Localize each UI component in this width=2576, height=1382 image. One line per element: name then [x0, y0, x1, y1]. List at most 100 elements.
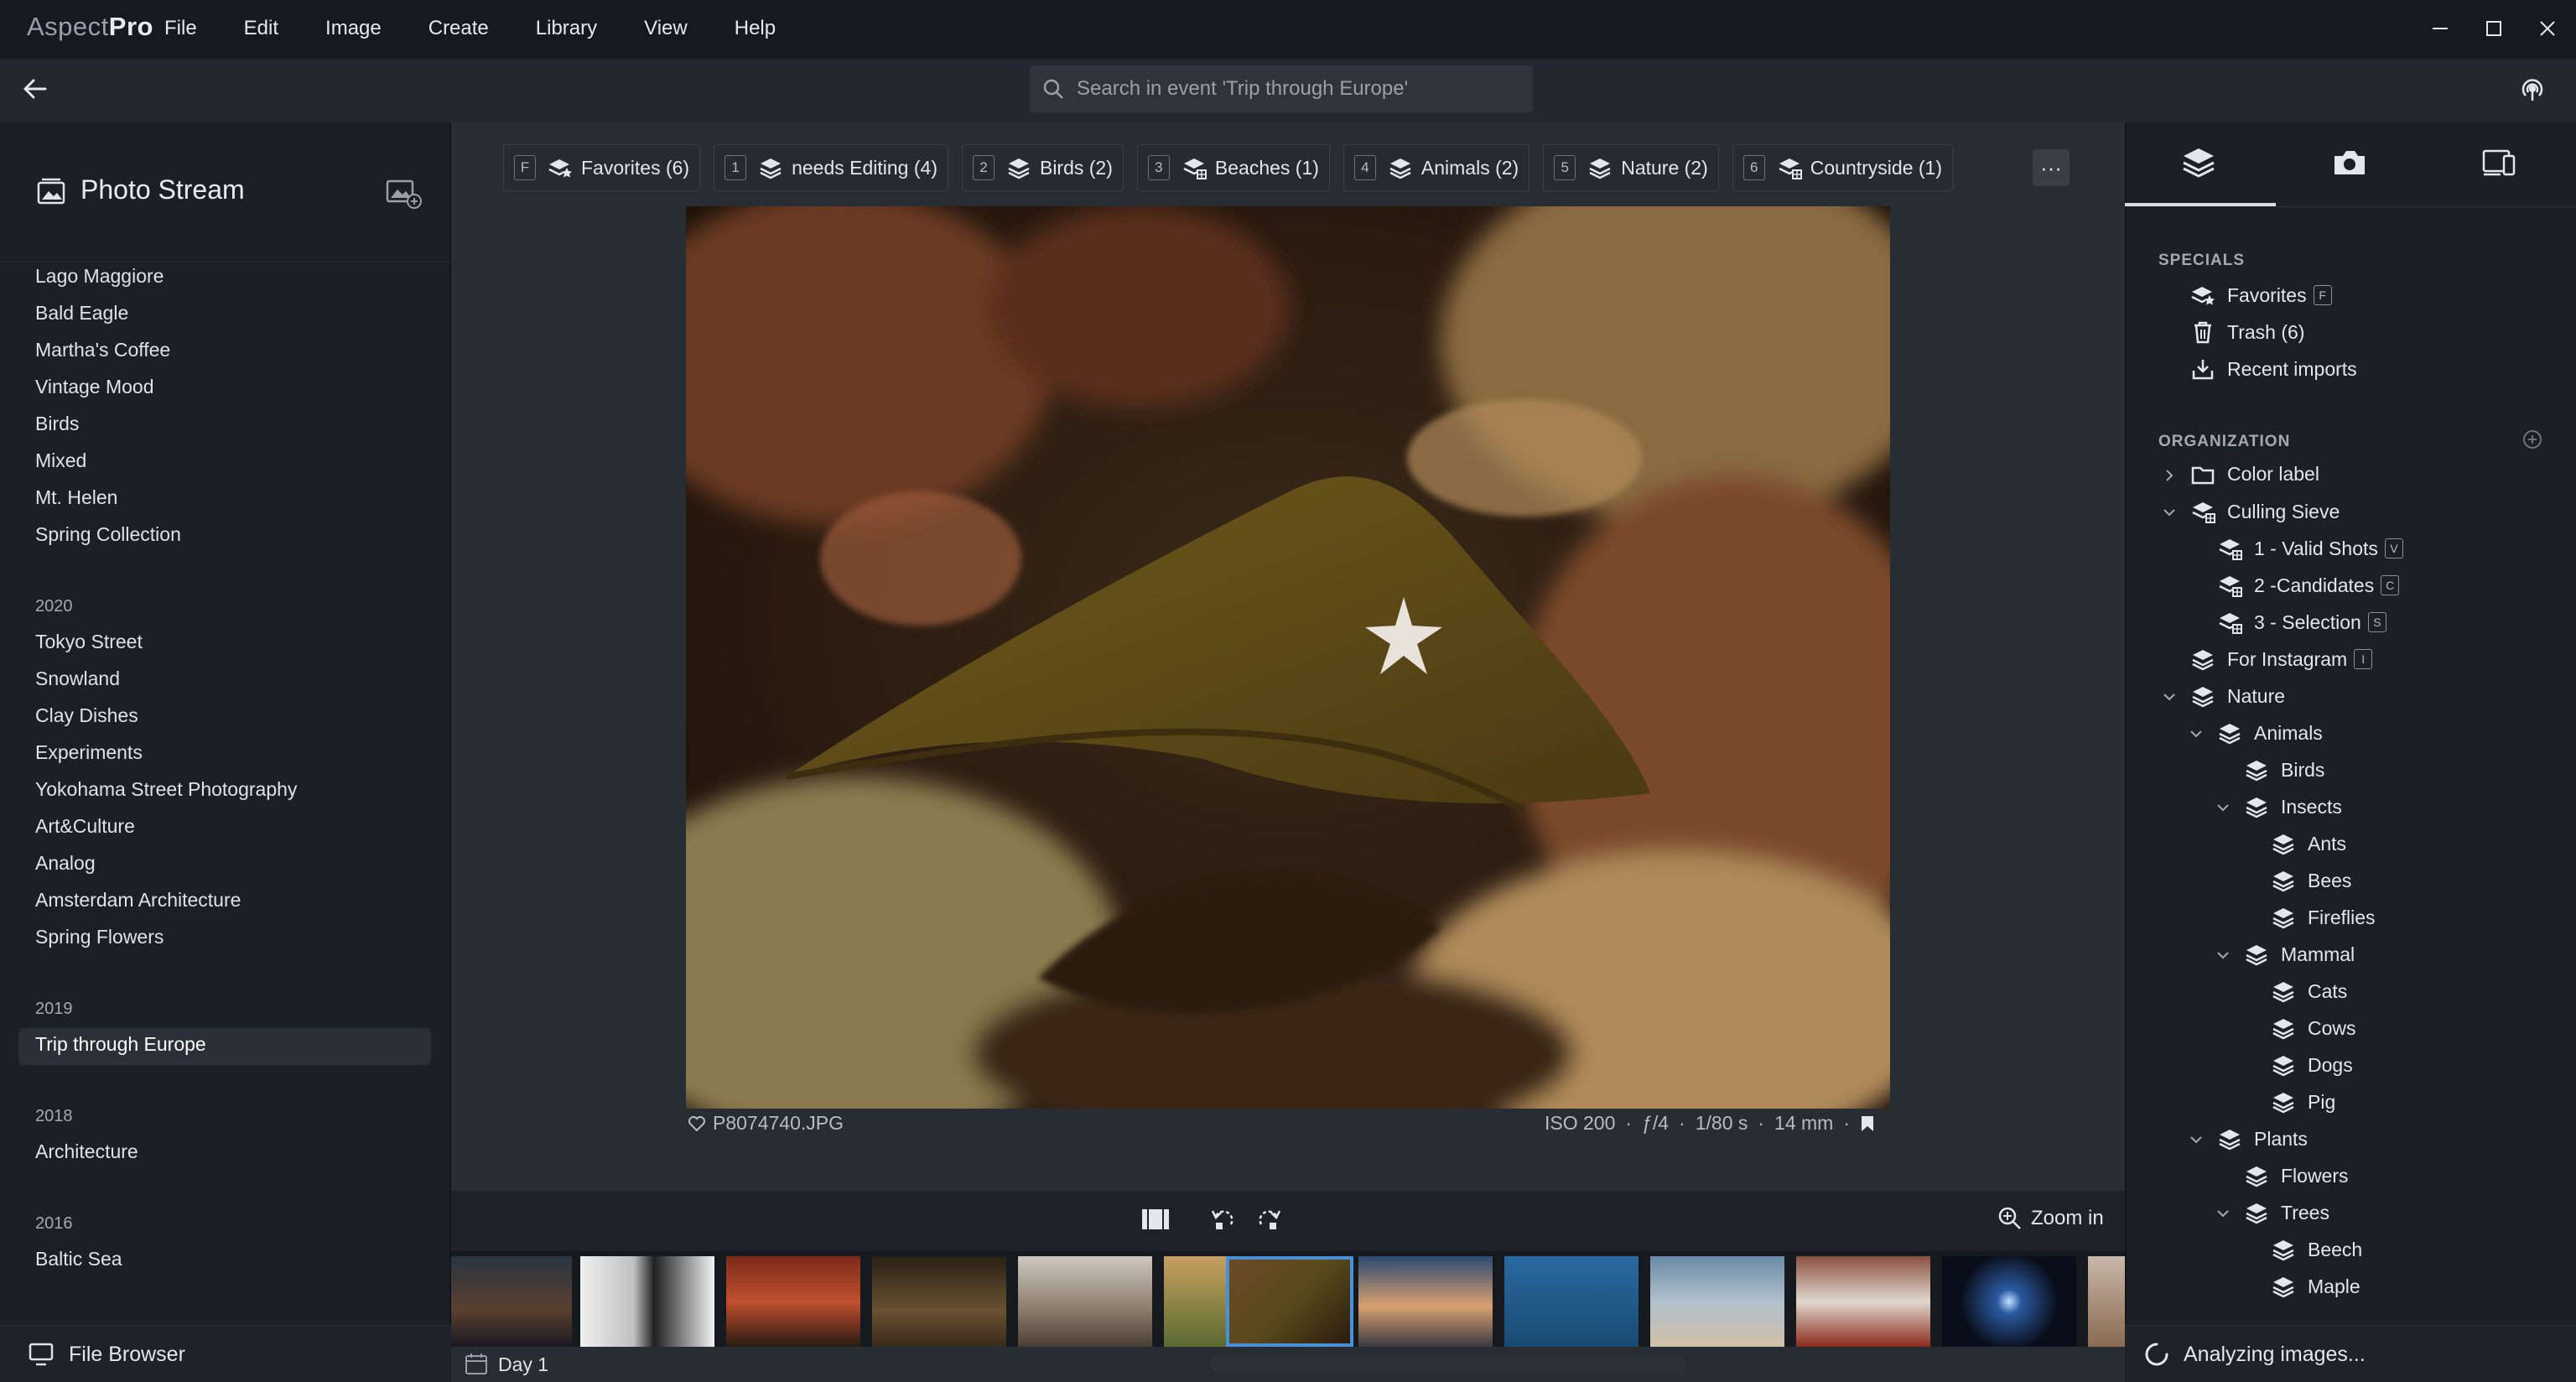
tree-item[interactable]: Fireflies	[2271, 906, 2376, 929]
tree-item[interactable]: Animals	[2217, 721, 2323, 745]
menu-help[interactable]: Help	[735, 17, 776, 40]
album-item[interactable]: Clay Dishes	[35, 704, 138, 727]
special-trash[interactable]: Trash (6)	[2190, 320, 2304, 344]
menu-file[interactable]: File	[164, 17, 197, 40]
minimize-button[interactable]	[2422, 12, 2459, 45]
back-button[interactable]	[20, 74, 50, 108]
menu-view[interactable]: View	[644, 17, 688, 40]
thumbnail[interactable]	[1942, 1256, 2076, 1347]
chevron-down-icon[interactable]	[2162, 689, 2177, 709]
more-collections-button[interactable]: ···	[2033, 149, 2070, 186]
album-item[interactable]: Vintage Mood	[35, 376, 154, 398]
album-item[interactable]: Art&Culture	[35, 815, 135, 838]
album-item[interactable]: Martha's Coffee	[35, 339, 170, 361]
album-item[interactable]: Birds	[35, 413, 79, 435]
tree-item[interactable]: Plants	[2217, 1127, 2308, 1151]
album-item[interactable]: Baltic Sea	[35, 1248, 122, 1270]
rotate-left-button[interactable]	[1208, 1206, 1238, 1237]
thumbnail[interactable]	[1018, 1256, 1152, 1347]
tab-birds[interactable]: 2 Birds (2)	[961, 144, 1124, 191]
thumbnail[interactable]	[451, 1256, 572, 1347]
tab-needs-editing[interactable]: 1 needs Editing (4)	[714, 144, 948, 191]
thumbnail[interactable]	[1164, 1256, 1231, 1347]
chevron-down-icon[interactable]	[2189, 1132, 2204, 1151]
maximize-button[interactable]	[2475, 12, 2512, 45]
tree-item[interactable]: Insects	[2244, 795, 2342, 818]
broadcast-button[interactable]	[2516, 72, 2549, 110]
chevron-down-icon[interactable]	[2215, 1206, 2231, 1225]
album-item[interactable]: Snowland	[35, 668, 120, 690]
tree-item[interactable]: Dogs	[2271, 1053, 2353, 1077]
tab-countryside[interactable]: 6 Countryside (1)	[1732, 144, 1953, 191]
tree-item[interactable]: Maple	[2271, 1275, 2360, 1298]
chevron-down-icon[interactable]	[2215, 800, 2231, 819]
tab-animals[interactable]: 4 Animals (2)	[1343, 144, 1530, 191]
menu-library[interactable]: Library	[536, 17, 597, 40]
tree-item[interactable]: Culling Sieve	[2190, 500, 2340, 523]
search-input[interactable]: Search in event 'Trip through Europe'	[1030, 65, 1533, 112]
menu-image[interactable]: Image	[325, 17, 382, 40]
tab-favorites[interactable]: F Favorites (6)	[503, 144, 701, 191]
tree-item[interactable]: Bees	[2271, 869, 2351, 892]
thumbnail[interactable]	[872, 1256, 1006, 1347]
album-item[interactable]: Tokyo Street	[35, 631, 143, 653]
thumbnail[interactable]	[580, 1256, 714, 1347]
tree-item[interactable]: 3 - Selection S	[2217, 610, 2386, 634]
add-album-icon[interactable]	[386, 176, 423, 210]
tab-nature[interactable]: 5 Nature (2)	[1543, 144, 1719, 191]
photo-stream-title[interactable]: Photo Stream	[80, 174, 245, 205]
file-browser-button[interactable]: File Browser	[0, 1325, 451, 1382]
menu-edit[interactable]: Edit	[244, 17, 278, 40]
tree-item[interactable]: Beech	[2271, 1238, 2362, 1261]
tab-collections[interactable]	[2180, 146, 2217, 184]
chevron-down-icon[interactable]	[2215, 948, 2231, 967]
tab-camera[interactable]	[2331, 146, 2368, 184]
thumbnail[interactable]	[1796, 1256, 1930, 1347]
tree-item[interactable]: Color label	[2190, 463, 2319, 486]
main-photo[interactable]	[686, 206, 1890, 1109]
tree-item[interactable]: Flowers	[2244, 1164, 2349, 1187]
album-item[interactable]: Yokohama Street Photography	[35, 778, 297, 801]
close-button[interactable]	[2529, 12, 2566, 45]
add-circle-icon[interactable]	[2522, 429, 2542, 449]
album-item[interactable]: Bald Eagle	[35, 302, 128, 325]
tree-item[interactable]: 1 - Valid Shots V	[2217, 537, 2403, 560]
album-item[interactable]: Spring Flowers	[35, 926, 164, 948]
album-item[interactable]: Mixed	[35, 449, 86, 472]
chevron-down-icon[interactable]	[2162, 505, 2177, 524]
chevron-down-icon[interactable]	[2189, 726, 2204, 746]
album-item[interactable]: Spring Collection	[35, 523, 181, 546]
album-item[interactable]: Architecture	[35, 1140, 138, 1163]
thumbnail[interactable]	[1358, 1256, 1493, 1347]
album-item[interactable]: Experiments	[35, 741, 143, 764]
thumbnail[interactable]	[726, 1256, 860, 1347]
chevron-right-icon[interactable]	[2162, 468, 2177, 487]
album-item-selected[interactable]: Trip through Europe	[35, 1033, 206, 1056]
special-favorites[interactable]: Favorites F	[2190, 283, 2332, 307]
tree-item[interactable]: For Instagram I	[2190, 647, 2373, 671]
tree-item[interactable]: Cats	[2271, 979, 2347, 1003]
thumbnail-selected[interactable]	[1226, 1256, 1353, 1347]
album-item[interactable]: Mt. Helen	[35, 486, 117, 509]
tree-item[interactable]: Pig	[2271, 1090, 2335, 1114]
tree-item[interactable]: 2 -Candidates C	[2217, 574, 2400, 597]
tree-item[interactable]: Trees	[2244, 1201, 2329, 1224]
album-item[interactable]: Amsterdam Architecture	[35, 889, 241, 912]
album-item[interactable]: Analog	[35, 852, 96, 875]
thumbnail[interactable]	[1504, 1256, 1639, 1347]
zoom-in-button[interactable]: Zoom in	[1997, 1206, 2104, 1231]
filmstrip-scrollbar[interactable]	[1211, 1355, 1685, 1374]
tree-item[interactable]: Nature	[2190, 684, 2285, 708]
rotate-right-button[interactable]	[1254, 1206, 1285, 1237]
menu-create[interactable]: Create	[428, 17, 489, 40]
tab-beaches[interactable]: 3 Beaches (1)	[1136, 144, 1330, 191]
album-item[interactable]: Lago Maggiore	[35, 265, 164, 288]
filmstrip-toggle-button[interactable]	[1140, 1206, 1171, 1237]
tree-item[interactable]: Birds	[2244, 758, 2324, 782]
tree-item[interactable]: Mammal	[2244, 943, 2355, 966]
heart-icon[interactable]	[688, 1114, 706, 1133]
thumbnail[interactable]	[2088, 1256, 2125, 1347]
tab-devices[interactable]	[2480, 146, 2517, 184]
special-recent-imports[interactable]: Recent imports	[2190, 357, 2357, 381]
tree-item[interactable]: Cows	[2271, 1016, 2356, 1040]
